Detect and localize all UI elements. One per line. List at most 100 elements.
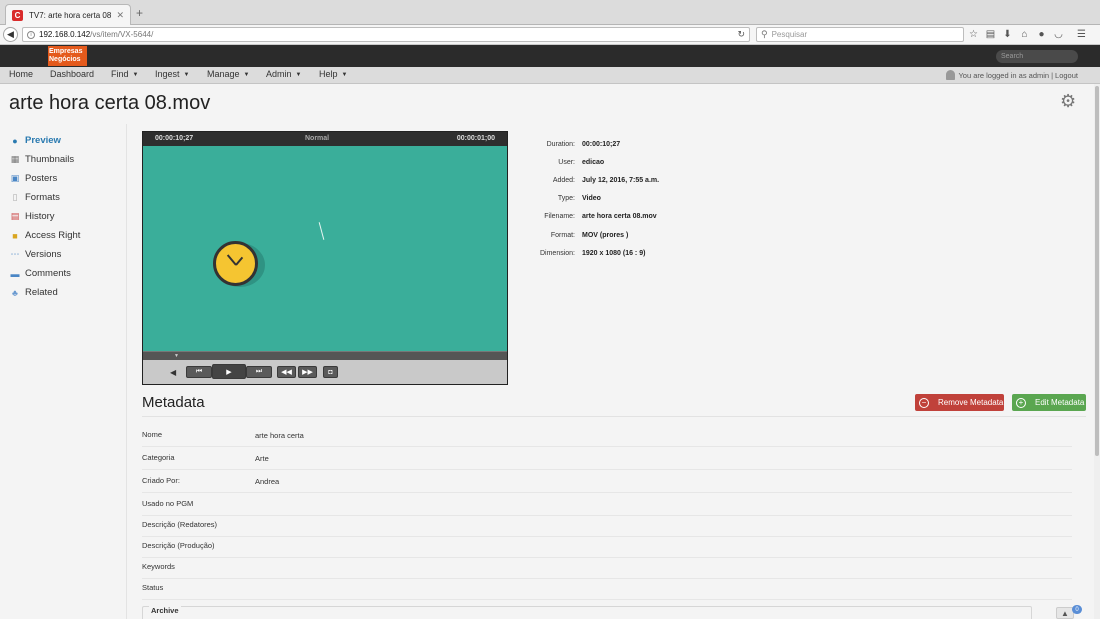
metadata-row: Keywords bbox=[142, 556, 1072, 579]
metadata-label: Nome bbox=[142, 430, 163, 439]
back-arrow-icon[interactable]: ◀ bbox=[3, 27, 18, 42]
sidebar-item-access-right[interactable]: ■ Access Right bbox=[10, 230, 80, 241]
hamburger-menu-icon[interactable]: ☰ bbox=[1076, 28, 1087, 40]
sidebar-item-label: Versions bbox=[25, 249, 62, 260]
archive-fieldset: Archive bbox=[142, 606, 1032, 619]
sidebar-item-label: Thumbnails bbox=[25, 154, 75, 165]
logo-line2: Negócios bbox=[49, 56, 81, 63]
sidebar-item-related[interactable]: ♣ Related bbox=[10, 287, 58, 298]
playback-mode: Normal bbox=[305, 135, 330, 142]
info-icon[interactable]: i bbox=[27, 30, 35, 39]
gear-icon[interactable]: ⚙ bbox=[1060, 91, 1076, 112]
bookmark-star-icon[interactable]: ☆ bbox=[968, 28, 979, 40]
info-value: July 12, 2016, 7:55 a.m. bbox=[582, 177, 660, 184]
sidebar-item-posters[interactable]: ▣ Posters bbox=[10, 173, 57, 184]
browser-tab[interactable]: C TV7: arte hora certa 08.mov ✕ bbox=[5, 4, 131, 25]
menu-find[interactable]: Find ▼ bbox=[111, 69, 138, 79]
menu-dashboard[interactable]: Dashboard bbox=[50, 69, 94, 79]
menu-manage-label: Manage bbox=[207, 69, 240, 79]
page-scrollbar-thumb[interactable] bbox=[1095, 86, 1099, 456]
browser-search-input[interactable]: ⚲ Pesquisar bbox=[756, 27, 964, 42]
browser-tabbar: C TV7: arte hora certa 08.mov ✕ + bbox=[0, 0, 1100, 25]
info-value: 1920 x 1080 (16 : 9) bbox=[582, 250, 646, 257]
chevron-down-icon: ▼ bbox=[243, 72, 250, 78]
new-tab-icon[interactable]: + bbox=[136, 6, 143, 20]
sidebar-item-label: Related bbox=[25, 287, 58, 298]
play-button[interactable]: ▶ bbox=[212, 364, 246, 379]
app-search-input[interactable]: Search bbox=[996, 50, 1078, 63]
sidebar-item-preview[interactable]: ● Preview bbox=[10, 135, 61, 146]
metadata-row: Descrição (Produção) bbox=[142, 535, 1072, 558]
info-value: edicao bbox=[582, 159, 605, 166]
reload-icon[interactable]: ↻ bbox=[737, 29, 745, 40]
metadata-value: arte hora certa bbox=[255, 431, 304, 440]
volume-icon[interactable]: ◀ bbox=[170, 368, 176, 377]
info-value: arte hora certa 08.mov bbox=[582, 213, 657, 220]
login-text: You are logged in as admin bbox=[958, 70, 1050, 80]
app-header: Empresas Negócios Search bbox=[0, 45, 1100, 67]
url-bar[interactable]: i 192.168.0.142/vs/item/VX-5644/ ↻ bbox=[22, 27, 750, 42]
info-label: Format: bbox=[550, 232, 575, 239]
browser-search-placeholder: Pesquisar bbox=[771, 30, 808, 39]
sidebar-item-comments[interactable]: ▬ Comments bbox=[10, 268, 71, 279]
archive-label: Archive bbox=[149, 606, 181, 615]
login-info: You are logged in as admin | Logout bbox=[946, 70, 1078, 80]
metadata-row: Categoria Arte bbox=[142, 447, 1072, 470]
timeline-scrubber[interactable]: ▼ bbox=[143, 351, 507, 360]
search-icon: ⚲ bbox=[761, 29, 768, 39]
menu-dashboard-label: Dashboard bbox=[50, 69, 95, 79]
camera-snapshot-icon[interactable]: ◘ bbox=[323, 366, 338, 378]
logo-line1: Empresas bbox=[49, 48, 83, 55]
menu-help[interactable]: Help ▼ bbox=[319, 69, 347, 79]
chat-icon[interactable]: ● bbox=[1036, 28, 1047, 40]
sidebar-item-label: Preview bbox=[25, 135, 61, 146]
reading-list-icon[interactable]: ▤ bbox=[985, 28, 996, 40]
sidebar-item-formats[interactable]: ▯ Formats bbox=[10, 192, 60, 203]
metadata-label: Descrição (Produção) bbox=[142, 541, 215, 550]
menu-help-label: Help bbox=[319, 69, 338, 79]
history-icon: ▤ bbox=[10, 211, 20, 221]
notification-badge: 0 bbox=[1072, 605, 1082, 614]
sidebar-item-thumbnails[interactable]: ▦ Thumbnails bbox=[10, 154, 74, 165]
tab-close-icon[interactable]: ✕ bbox=[116, 10, 124, 21]
related-icon: ♣ bbox=[12, 287, 18, 298]
sidebar-item-versions[interactable]: ⋯ Versions bbox=[10, 249, 62, 260]
clock-hand-minute bbox=[235, 256, 244, 266]
metadata-row: Status bbox=[142, 577, 1072, 600]
clock-graphic bbox=[213, 241, 258, 286]
remove-metadata-button[interactable]: − Remove Metadata bbox=[915, 394, 1004, 411]
rewind-button[interactable]: ◀◀ bbox=[277, 366, 296, 378]
menu-home[interactable]: Home bbox=[9, 69, 33, 79]
logo[interactable]: Empresas Negócios bbox=[48, 46, 87, 66]
menu-admin[interactable]: Admin ▼ bbox=[266, 69, 301, 79]
tab-title: TV7: arte hora certa 08.mov bbox=[29, 10, 113, 20]
logout-link[interactable]: Logout bbox=[1055, 71, 1078, 80]
edit-metadata-button[interactable]: + Edit Metadata bbox=[1012, 394, 1086, 411]
pocket-icon[interactable]: ◡ bbox=[1053, 28, 1064, 40]
video-frame[interactable] bbox=[143, 146, 507, 351]
metadata-label: Descrição (Redatores) bbox=[142, 520, 218, 529]
metadata-row: Usado no PGM bbox=[142, 493, 1072, 516]
sidebar-item-label: Posters bbox=[25, 173, 58, 184]
metadata-label: Usado no PGM bbox=[142, 499, 194, 508]
skip-start-button[interactable]: ⏮ bbox=[186, 366, 212, 378]
menu-ingest[interactable]: Ingest ▼ bbox=[155, 69, 189, 79]
light-streak bbox=[318, 222, 325, 240]
info-label: Duration: bbox=[546, 141, 575, 148]
metadata-heading: Metadata bbox=[142, 394, 205, 411]
posters-icon: ▣ bbox=[10, 173, 20, 183]
browser-navbar: ◀ i 192.168.0.142/vs/item/VX-5644/ ↻ ⚲ P… bbox=[0, 25, 1100, 45]
skip-end-button[interactable]: ⏭ bbox=[246, 366, 272, 378]
home-icon[interactable]: ⌂ bbox=[1019, 28, 1030, 40]
download-icon[interactable]: ⬇ bbox=[1002, 28, 1013, 40]
player-topbar: 00:00:10;27 Normal 00:00:01;00 bbox=[143, 132, 507, 146]
playhead-marker-icon[interactable]: ▼ bbox=[174, 353, 179, 359]
menu-manage[interactable]: Manage ▼ bbox=[207, 69, 249, 79]
remove-metadata-label: Remove Metadata bbox=[938, 398, 1004, 407]
metadata-label: Status bbox=[142, 583, 164, 592]
sidebar-item-history[interactable]: ▤ History bbox=[10, 211, 55, 222]
fast-forward-button[interactable]: ▶▶ bbox=[298, 366, 317, 378]
plus-circle-icon: + bbox=[1016, 397, 1026, 408]
menu-find-label: Find bbox=[111, 69, 129, 79]
preview-icon: ● bbox=[12, 135, 18, 146]
